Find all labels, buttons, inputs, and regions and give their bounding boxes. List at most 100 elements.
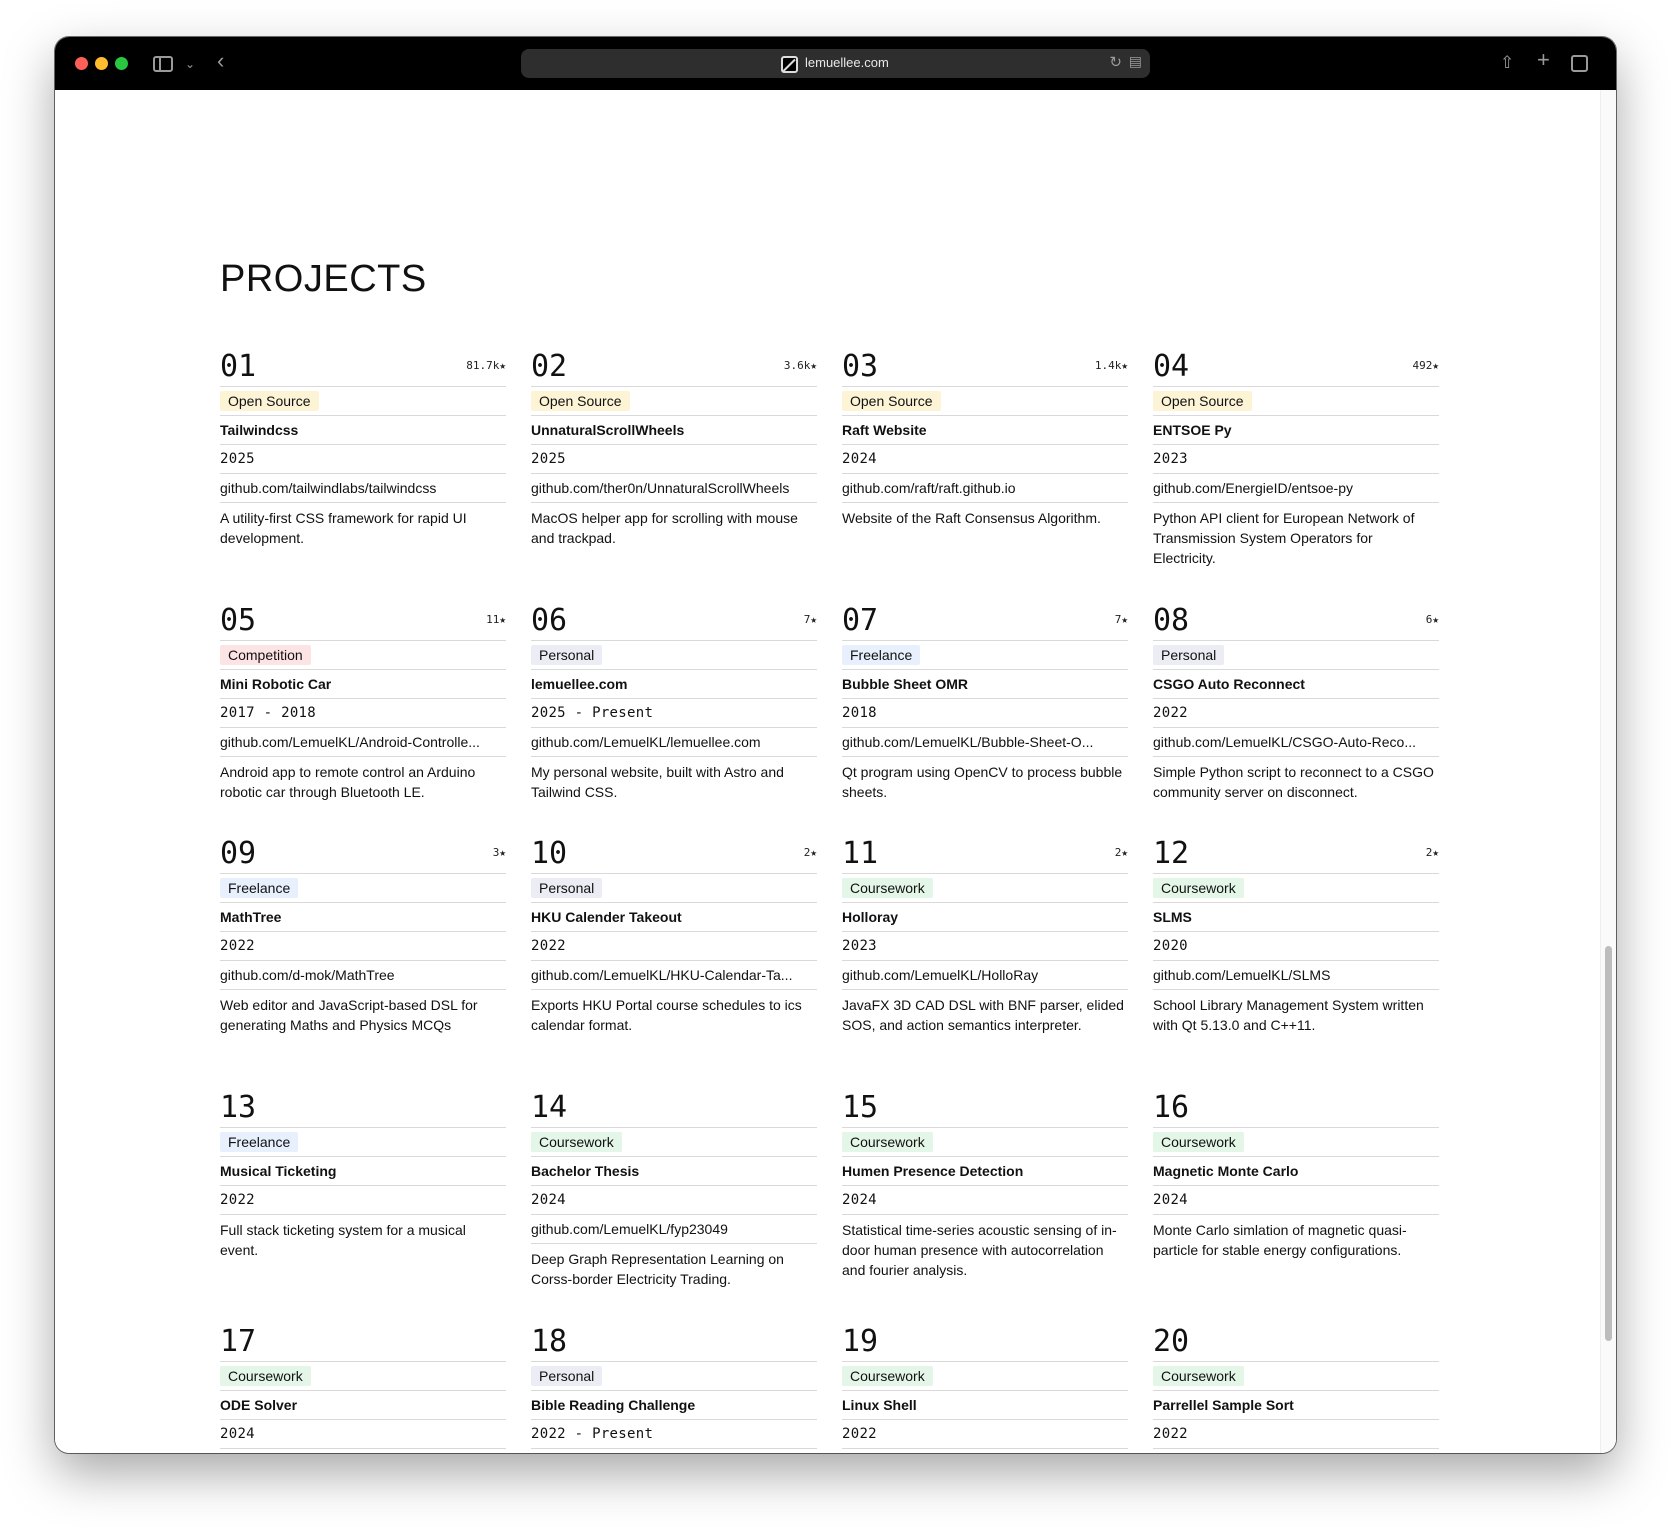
tag-row: Coursework — [842, 1128, 1128, 1157]
project-name: Bubble Sheet OMR — [842, 670, 1128, 699]
tag-row: Open Source — [531, 387, 817, 416]
project-card[interactable]: 08 6★ Personal CSGO Auto Reconnect 2022 githu… — [1153, 601, 1439, 802]
card-header: 06 7★ — [531, 601, 817, 641]
repo-link[interactable]: github.com/raft/raft.github.io — [842, 480, 1128, 496]
project-card[interactable]: 17 Coursework ODE Solver2024Python ODE sol… — [220, 1322, 506, 1453]
project-card[interactable]: 11 2★ Coursework Holloray 2023 github.com/Lem… — [842, 834, 1128, 1035]
repo-link-row: github.com/LemuelKL/lemuellee.com — [531, 728, 817, 757]
repo-link[interactable]: github.com/LemuelKL/Bubble-Sheet-O... — [842, 734, 1128, 750]
card-header: 01 81.7k★ — [220, 347, 506, 387]
project-card[interactable]: 04 492★ Open Source ENTSOE Py 2023 github.com… — [1153, 347, 1439, 568]
card-header: 16 — [1153, 1088, 1439, 1128]
project-year: 2022 — [1153, 699, 1439, 728]
repo-link[interactable]: github.com/ther0n/UnnaturalScrollWheels — [531, 480, 817, 496]
minimize-window-button[interactable] — [95, 57, 108, 70]
repo-link[interactable]: github.com/LemuelKL/lemuellee.com — [531, 734, 817, 750]
back-arrow-icon[interactable]: ‹ — [217, 49, 224, 73]
project-card[interactable]: 03 1.4k★ Open Source Raft Website 2024 github… — [842, 347, 1128, 528]
project-description: MacOS helper app for scrolling with mous… — [531, 510, 798, 546]
repo-link-row: github.com/LemuelKL/CSGO-Auto-Reco... — [1153, 728, 1439, 757]
project-card[interactable]: 10 2★ Personal HKU Calender Takeout 2022 gith… — [531, 834, 817, 1035]
project-number: 16 — [1153, 1090, 1190, 1125]
repo-link-row: github.com/raft/raft.github.io — [842, 474, 1128, 503]
project-year: 2024 — [1153, 1186, 1439, 1215]
project-year: 2023 — [1153, 445, 1439, 474]
project-number: 17 — [220, 1324, 257, 1359]
new-tab-icon[interactable]: + — [1537, 48, 1550, 72]
project-description: Python ODE solver by Taylor expansion an… — [220, 1449, 506, 1453]
project-card[interactable]: 18 Personal Bible Reading Challenge 2022 - … — [531, 1322, 817, 1453]
project-card[interactable]: 16 Coursework Magnetic Monte Carlo 2024 Mont… — [1153, 1088, 1439, 1260]
project-number: 11 — [842, 836, 879, 871]
close-window-button[interactable] — [75, 57, 88, 70]
project-year: 2022 — [220, 1186, 506, 1215]
repo-link[interactable]: github.com/tailwindlabs/tailwindcss — [220, 480, 506, 496]
project-card[interactable]: 07 7★ Freelance Bubble Sheet OMR 2018 github.… — [842, 601, 1128, 802]
project-card[interactable]: 14 Coursework Bachelor Thesis 2024 github.co… — [531, 1088, 817, 1289]
repo-link[interactable]: github.com/LemuelKL/HKU-Calendar-Ta... — [531, 967, 817, 983]
category-badge: Coursework — [220, 1366, 311, 1386]
category-badge: Open Source — [842, 391, 941, 411]
project-name: CSGO Auto Reconnect — [1153, 670, 1439, 699]
project-card[interactable]: 19 Coursework Linux Shell2022github.com/Le… — [842, 1322, 1128, 1453]
project-number: 01 — [220, 349, 257, 384]
project-card[interactable]: 13 Freelance Musical Ticketing 2022 Full sta… — [220, 1088, 506, 1260]
category-badge: Coursework — [842, 1132, 933, 1152]
star-count: 81.7k★ — [466, 359, 506, 372]
tag-row: Open Source — [842, 387, 1128, 416]
project-description: Web editor and JavaScript-based DSL for … — [220, 997, 478, 1033]
project-card[interactable]: 02 3.6k★ Open Source UnnaturalScrollWheels 2… — [531, 347, 817, 548]
share-icon[interactable]: ⇧ — [1500, 51, 1514, 75]
scrollbar-thumb[interactable] — [1605, 946, 1612, 1341]
project-number: 03 — [842, 349, 879, 384]
project-card[interactable]: 12 2★ Coursework SLMS 2020 github.com/LemuelK… — [1153, 834, 1439, 1035]
repo-link-row: github.com/LemuelKL/SLMS — [1153, 961, 1439, 990]
url-text: lemuellee.com — [805, 55, 889, 70]
section-title: PROJECTS — [220, 258, 427, 300]
star-count: 6★ — [1425, 613, 1439, 626]
repo-link[interactable]: github.com/LemuelKL/HolloRay — [842, 967, 1128, 983]
address-bar[interactable]: lemuellee.com ↻ ▤ — [521, 49, 1150, 78]
category-badge: Coursework — [1153, 1366, 1244, 1386]
card-header: 14 — [531, 1088, 817, 1128]
project-number: 04 — [1153, 349, 1190, 384]
project-number: 19 — [842, 1324, 879, 1359]
category-badge: Open Source — [220, 391, 319, 411]
chevron-down-icon[interactable]: ⌄ — [185, 52, 195, 76]
category-badge: Open Source — [531, 391, 630, 411]
project-description: Exports HKU Portal course schedules to i… — [531, 997, 802, 1033]
project-card[interactable]: 05 11★ Competition Mini Robotic Car 2017 - 2… — [220, 601, 506, 802]
repo-link[interactable]: github.com/LemuelKL/Android-Controlle... — [220, 734, 506, 750]
project-card[interactable]: 20 Coursework Parrellel Sample Sort2022git… — [1153, 1322, 1439, 1453]
category-badge: Personal — [531, 1366, 603, 1386]
repo-link-row: github.com/LemuelKL/Android-Controlle... — [220, 728, 506, 757]
browser-toolbar: ⌄ ‹ lemuellee.com ↻ ▤ ⇧ + — [55, 37, 1616, 90]
scrollbar-track[interactable] — [1600, 90, 1616, 1453]
star-count: 2★ — [1114, 846, 1128, 859]
star-count: 3.6k★ — [783, 359, 817, 372]
project-card[interactable]: 01 81.7k★ Open Source Tailwindcss 2025 github… — [220, 347, 506, 548]
star-count: 1.4k★ — [1094, 359, 1128, 372]
tab-overview-icon[interactable] — [1571, 55, 1588, 72]
project-year: 2022 — [1153, 1420, 1439, 1449]
project-card[interactable]: 09 3★ Freelance MathTree 2022 github.com/d-mo… — [220, 834, 506, 1035]
repo-link[interactable]: github.com/LemuelKL/CSGO-Auto-Reco... — [1153, 734, 1439, 750]
repo-link[interactable]: github.com/LemuelKL/SLMS — [1153, 967, 1439, 983]
reload-icon[interactable]: ↻ — [1109, 53, 1122, 71]
tag-row: Personal — [531, 1362, 817, 1391]
project-card[interactable]: 15 Coursework Humen Presence Detection 2024… — [842, 1088, 1128, 1280]
browser-window: ⌄ ‹ lemuellee.com ↻ ▤ ⇧ + PROJECTS 01 81.… — [55, 37, 1616, 1453]
sidebar-toggle-icon[interactable] — [153, 56, 173, 72]
tag-row: Coursework — [220, 1362, 506, 1391]
project-card[interactable]: 06 7★ Personal lemuellee.com 2025 - Present g… — [531, 601, 817, 802]
repo-link[interactable]: github.com/d-mok/MathTree — [220, 967, 506, 983]
repo-link-row: github.com/LemuelKL/fyp23049 — [531, 1215, 817, 1244]
repo-link[interactable]: github.com/EnergieID/entsoe-py — [1153, 480, 1439, 496]
project-description: Full stack ticketing system for a musica… — [220, 1222, 466, 1258]
repo-link-row: github.com/LemuelKL/bible-reading-ch... — [531, 1449, 817, 1453]
project-number: 06 — [531, 603, 568, 638]
reader-mode-icon[interactable]: ▤ — [1129, 53, 1142, 70]
repo-link[interactable]: github.com/LemuelKL/fyp23049 — [531, 1221, 817, 1237]
project-year: 2025 - Present — [531, 699, 817, 728]
zoom-window-button[interactable] — [115, 57, 128, 70]
